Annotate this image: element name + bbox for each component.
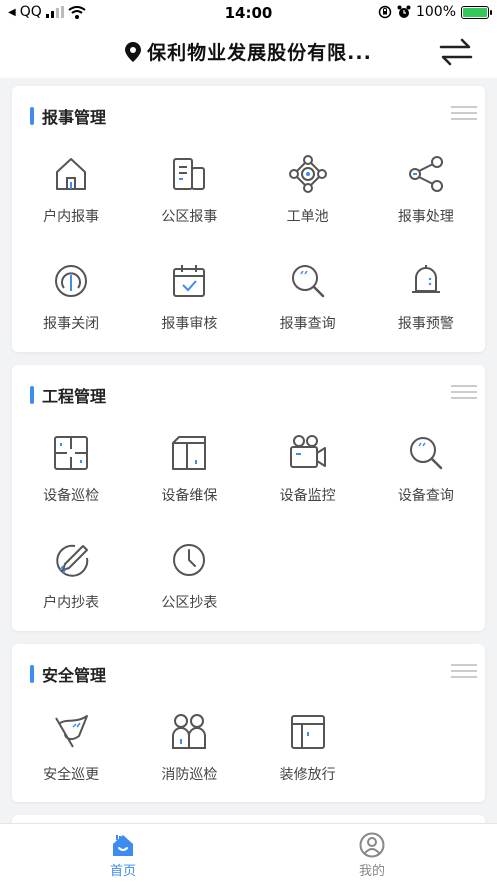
share-icon [406,154,446,194]
section-accent-bar [30,665,34,683]
grid-item-label: 户内抄表 [43,595,100,611]
section-card-report: 报事管理 户内报事 公区报事 工单池 报事处理 报事关闭 报事审核 报事查询 报… [12,86,485,352]
battery-percent: 100% [415,4,456,20]
grid-item-report-review[interactable]: 报事审核 [130,253,248,360]
section-grid: 户内报事 公区报事 工单池 报事处理 报事关闭 报事审核 报事查询 报事预警 [12,146,485,360]
status-right: 100% [378,4,492,20]
flag-icon [51,712,91,752]
section-header: 报事管理 [30,104,106,128]
section-header: 安全管理 [30,662,106,686]
tab-mine-label: 我的 [358,864,385,879]
section-card-safety: 安全管理 安全巡更 消防巡检 装修放行 [12,644,485,802]
grid-item-device-maintenance[interactable]: 设备维保 [130,425,248,532]
network-icon [288,154,328,194]
section-grid: 设备巡检 设备维保 设备监控 设备查询 户内抄表 公区抄表 [12,425,485,639]
section-title: 工程管理 [42,387,107,406]
bell-icon [406,261,446,301]
grid-item-report-query[interactable]: 报事查询 [249,253,367,360]
section-card-engineering: 工程管理 设备巡检 设备维保 设备监控 设备查询 户内抄表 公区抄表 [12,365,485,631]
grid-item-report-close[interactable]: 报事关闭 [12,253,130,360]
grid-item-label: 公区报事 [161,209,218,225]
tab-mine[interactable]: 我的 [312,832,432,879]
grid-item-indoor-meter[interactable]: 户内抄表 [12,532,130,639]
grid-item-work-order-pool[interactable]: 工单池 [249,146,367,253]
grid-item-device-monitor[interactable]: 设备监控 [249,425,367,532]
grid-item-label: 安全巡更 [43,767,100,783]
house-icon [51,154,91,194]
grid-item-report-handling[interactable]: 报事处理 [367,146,485,253]
grid-item-fire-inspection[interactable]: 消防巡检 [130,704,248,811]
grid-item-label: 报事查询 [279,316,336,332]
grid-item-label: 设备监控 [279,488,336,504]
grid-item-label: 设备巡检 [43,488,100,504]
grid-item-label: 设备维保 [161,488,218,504]
grid-item-label: 消防巡检 [161,767,218,783]
grid-item-label: 设备查询 [397,488,454,504]
grid-item-label: 公区抄表 [161,595,218,611]
user-circle-icon [359,832,385,858]
section-accent-bar [30,386,34,404]
grid-item-label: 装修放行 [279,767,336,783]
search-icon [288,261,328,301]
pencil-icon [51,540,91,580]
panel-icon [288,712,328,752]
location-pin-icon [125,41,142,62]
home-icon [113,835,133,856]
cabinet-icon [169,433,209,473]
search-icon [406,433,446,473]
section-header: 工程管理 [30,383,106,407]
video-camera-icon [288,433,328,473]
grid-item-report-warning[interactable]: 报事预警 [367,253,485,360]
calendar-check-icon [169,261,209,301]
section-grid: 安全巡更 消防巡检 装修放行 [12,704,485,811]
swap-icon[interactable] [439,38,473,66]
grid-item-label: 报事处理 [397,209,454,225]
section-title: 安全管理 [42,666,107,685]
grid-item-label: 户内报事 [43,209,100,225]
grid-item-label: 报事预警 [397,316,454,332]
drag-handle-icon[interactable] [451,664,477,678]
power-icon [51,261,91,301]
people-icon [169,712,209,752]
rotation-lock-icon [378,5,392,19]
grid-item-label: 报事审核 [161,316,218,332]
alarm-icon [397,5,411,18]
nav-bar: 保利物业发展股份有限... [0,26,497,78]
drag-handle-icon[interactable] [451,385,477,399]
scan-icon [51,433,91,473]
grid-item-public-report[interactable]: 公区报事 [130,146,248,253]
section-accent-bar [30,107,34,125]
drag-handle-icon[interactable] [451,106,477,120]
grid-item-renovation-release[interactable]: 装修放行 [249,704,367,811]
grid-item-device-inspection[interactable]: 设备巡检 [12,425,130,532]
status-bar: ◀ QQ 14:00 100% [0,0,497,26]
grid-item-security-patrol[interactable]: 安全巡更 [12,704,130,811]
clock-icon [169,540,209,580]
grid-item-label: 工单池 [286,209,329,225]
tab-home-label: 首页 [109,864,136,879]
grid-item-label: 报事关闭 [43,316,100,332]
buildings-icon [169,154,209,194]
grid-item-indoor-report[interactable]: 户内报事 [12,146,130,253]
section-title: 报事管理 [42,108,107,127]
battery-icon [461,5,492,19]
tab-bar: 首页 我的 [0,823,497,883]
header-title-button[interactable]: 保利物业发展股份有限... [0,38,497,65]
header-title: 保利物业发展股份有限... [147,42,372,64]
grid-item-public-meter[interactable]: 公区抄表 [130,532,248,639]
tab-home[interactable]: 首页 [63,832,183,879]
grid-item-device-query[interactable]: 设备查询 [367,425,485,532]
